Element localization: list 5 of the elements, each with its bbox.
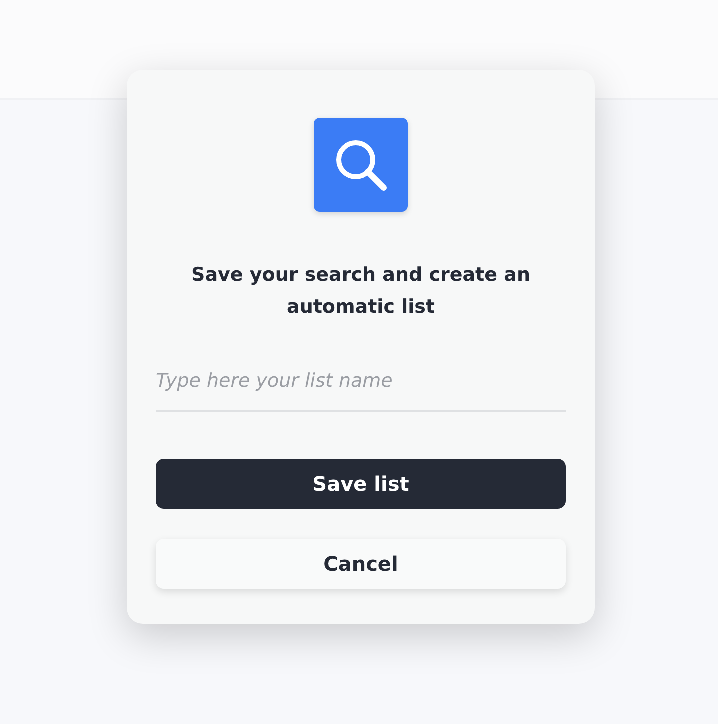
cancel-button[interactable]: Cancel [156, 538, 566, 588]
save-button[interactable]: Save list [156, 458, 566, 508]
search-icon [314, 118, 408, 212]
list-name-field[interactable]: Type here your list name [156, 359, 566, 412]
dialog-title: Save your search and create an automatic list [190, 263, 532, 320]
